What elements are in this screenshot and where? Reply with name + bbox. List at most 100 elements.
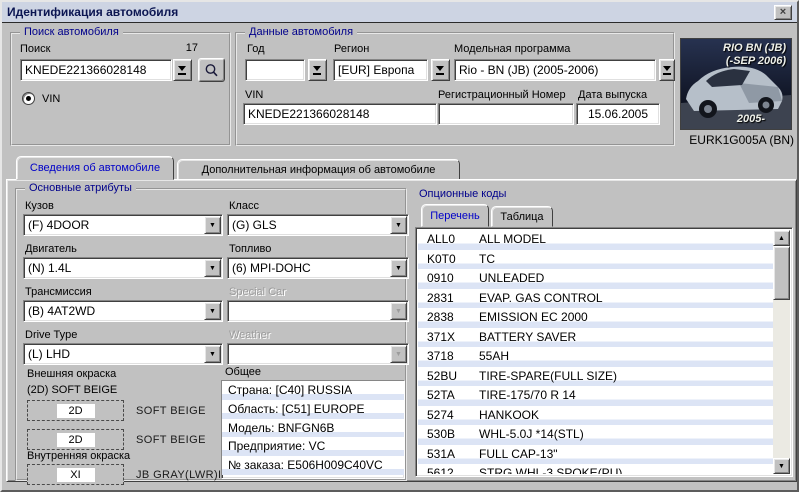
- option-row[interactable]: 371855AH: [418, 347, 773, 367]
- main-attributes-caption: Основные атрибуты: [25, 182, 136, 194]
- drive-type-combobox[interactable]: (L) LHD ▼: [23, 343, 223, 365]
- color-swatch-row: 2D SOFT BEIGE: [27, 429, 206, 450]
- option-code: 530B: [427, 427, 479, 445]
- option-description: HANKOOK: [479, 408, 773, 426]
- search-button[interactable]: [198, 58, 225, 82]
- general-info-line: № заказа: E506H009C40VC: [222, 456, 404, 475]
- engine-combobox[interactable]: (N) 1.4L ▼: [23, 257, 223, 279]
- weather-label: Weather: [229, 329, 270, 341]
- special-car-value: [228, 301, 389, 321]
- region-input[interactable]: [EUR] Европа: [333, 59, 428, 81]
- general-info-line: Модель: BNFGN6B: [222, 419, 404, 438]
- chevron-down-icon[interactable]: ▼: [390, 259, 407, 277]
- chevron-down-icon: ▼: [390, 302, 407, 320]
- option-code: ALL0: [427, 232, 479, 250]
- title-bar: Идентификация автомобиля ×: [2, 2, 797, 23]
- scrollbar[interactable]: ▲ ▼: [773, 230, 790, 474]
- option-row[interactable]: K0T0TC: [418, 250, 773, 270]
- vehicle-data-caption: Данные автомобиля: [245, 26, 357, 38]
- vin-label: VIN: [245, 89, 263, 101]
- release-date-input[interactable]: 15.06.2005: [576, 103, 660, 125]
- option-row[interactable]: 52TATIRE-175/70 R 14: [418, 386, 773, 406]
- option-code: 52BU: [427, 369, 479, 387]
- option-description: ALL MODEL: [479, 232, 773, 250]
- region-dropdown-button[interactable]: [431, 59, 450, 81]
- search-groupbox: Поиск автомобиля Поиск 17 KNEDE221366028…: [10, 32, 231, 146]
- registration-number-input[interactable]: [438, 103, 574, 125]
- option-description: FULL CAP-13": [479, 447, 773, 465]
- option-description: TIRE-SPARE(FULL SIZE): [479, 369, 773, 387]
- option-description: EMISSION EC 2000: [479, 310, 773, 328]
- vin-radio[interactable]: [22, 92, 35, 105]
- vehicle-info-tabpage: Основные атрибуты Кузов (F) 4DOOR ▼ Клас…: [6, 179, 797, 482]
- class-combobox[interactable]: (G) GLS ▼: [227, 214, 409, 236]
- option-row[interactable]: 371XBATTERY SAVER: [418, 328, 773, 348]
- special-car-label: Special Car: [229, 286, 286, 298]
- engine-label: Двигатель: [25, 243, 77, 255]
- option-description: TIRE-175/70 R 14: [479, 388, 773, 406]
- general-info-line: Предприятие: VC: [222, 437, 404, 456]
- color-swatch-row: 2DSOFT BEIGE: [27, 400, 206, 421]
- model-program-input[interactable]: Rio - BN (JB) (2005-2006): [454, 59, 656, 81]
- search-input[interactable]: KNEDE221366028148: [20, 59, 172, 81]
- general-info-box: Страна: [C40] RUSSIAОбласть: [C51] EUROP…: [221, 380, 405, 479]
- scrollbar-thumb[interactable]: [773, 246, 790, 300]
- tab-vehicle-info[interactable]: Сведения об автомобиле: [16, 156, 174, 180]
- option-row[interactable]: 0910UNLEADED: [418, 269, 773, 289]
- color-swatch-button[interactable]: 2D: [27, 400, 124, 421]
- option-code: 2831: [427, 291, 479, 309]
- drive-type-value: (L) LHD: [24, 344, 203, 364]
- option-codes-list: ALL0ALL MODELK0T0TC0910UNLEADED2831EVAP.…: [415, 227, 793, 477]
- chevron-down-icon[interactable]: ▼: [204, 302, 221, 320]
- option-row[interactable]: 530BWHL-5.0J *14(STL): [418, 425, 773, 445]
- fuel-combobox[interactable]: (6) MPI-DOHC ▼: [227, 257, 409, 279]
- year-dropdown-button[interactable]: [308, 59, 327, 81]
- tab-options-table[interactable]: Таблица: [491, 206, 553, 227]
- vin-radio-label: VIN: [42, 93, 60, 105]
- fuel-label: Топливо: [229, 243, 271, 255]
- tab-options-list[interactable]: Перечень: [421, 204, 489, 227]
- main-attributes-groupbox: Основные атрибуты Кузов (F) 4DOOR ▼ Клас…: [15, 188, 407, 481]
- body-combobox[interactable]: (F) 4DOOR ▼: [23, 214, 223, 236]
- color-swatch-button[interactable]: 2D: [27, 429, 124, 450]
- option-row[interactable]: ALL0ALL MODEL: [418, 230, 773, 250]
- option-row[interactable]: 5274HANKOOK: [418, 406, 773, 426]
- color-chip: 2D: [57, 433, 95, 447]
- transmission-combobox[interactable]: (B) 4AT2WD ▼: [23, 300, 223, 322]
- scroll-down-icon[interactable]: ▼: [773, 458, 790, 474]
- weather-value: [228, 344, 389, 364]
- option-row[interactable]: 2831EVAP. GAS CONTROL: [418, 289, 773, 309]
- color-swatch-row: XIJB GRAY(LWR)INT: [27, 464, 237, 485]
- search-group-caption: Поиск автомобиля: [20, 26, 123, 38]
- option-row[interactable]: 2838EMISSION EC 2000: [418, 308, 773, 328]
- color-chip: 2D: [57, 404, 95, 418]
- general-info-line: Область: [C51] EUROPE: [222, 400, 404, 419]
- chevron-down-icon[interactable]: ▼: [204, 345, 221, 363]
- chevron-down-icon: ▼: [390, 345, 407, 363]
- dropdown-underline-icon: [178, 65, 187, 75]
- search-label: Поиск: [20, 43, 50, 55]
- option-row[interactable]: 531AFULL CAP-13": [418, 445, 773, 465]
- color-swatch-button[interactable]: XI: [27, 464, 124, 485]
- chevron-down-icon[interactable]: ▼: [390, 216, 407, 234]
- vin-input[interactable]: KNEDE221366028148: [243, 103, 437, 125]
- chevron-down-icon[interactable]: ▼: [204, 216, 221, 234]
- option-description: BATTERY SAVER: [479, 330, 773, 348]
- option-row[interactable]: 5612STRG WHL-3 SPOKE(PU): [418, 464, 773, 474]
- scroll-up-icon[interactable]: ▲: [773, 230, 790, 246]
- option-description: WHL-5.0J *14(STL): [479, 427, 773, 445]
- window-title: Идентификация автомобиля: [7, 5, 178, 19]
- chevron-down-icon[interactable]: ▼: [204, 259, 221, 277]
- year-input[interactable]: [245, 59, 305, 81]
- option-row[interactable]: 52BUTIRE-SPARE(FULL SIZE): [418, 367, 773, 387]
- region-label: Регион: [334, 43, 369, 55]
- class-value: (G) GLS: [228, 215, 389, 235]
- option-code: 3718: [427, 349, 479, 367]
- registration-number-label: Регистрационный Номер: [438, 89, 566, 101]
- search-dropdown-button[interactable]: [173, 59, 192, 81]
- option-description: UNLEADED: [479, 271, 773, 289]
- close-button[interactable]: ×: [774, 5, 792, 20]
- color-name: SOFT BEIGE: [136, 434, 206, 446]
- tab-additional-info[interactable]: Дополнительная информация об автомобиле: [177, 159, 460, 180]
- model-dropdown-button[interactable]: [659, 59, 675, 81]
